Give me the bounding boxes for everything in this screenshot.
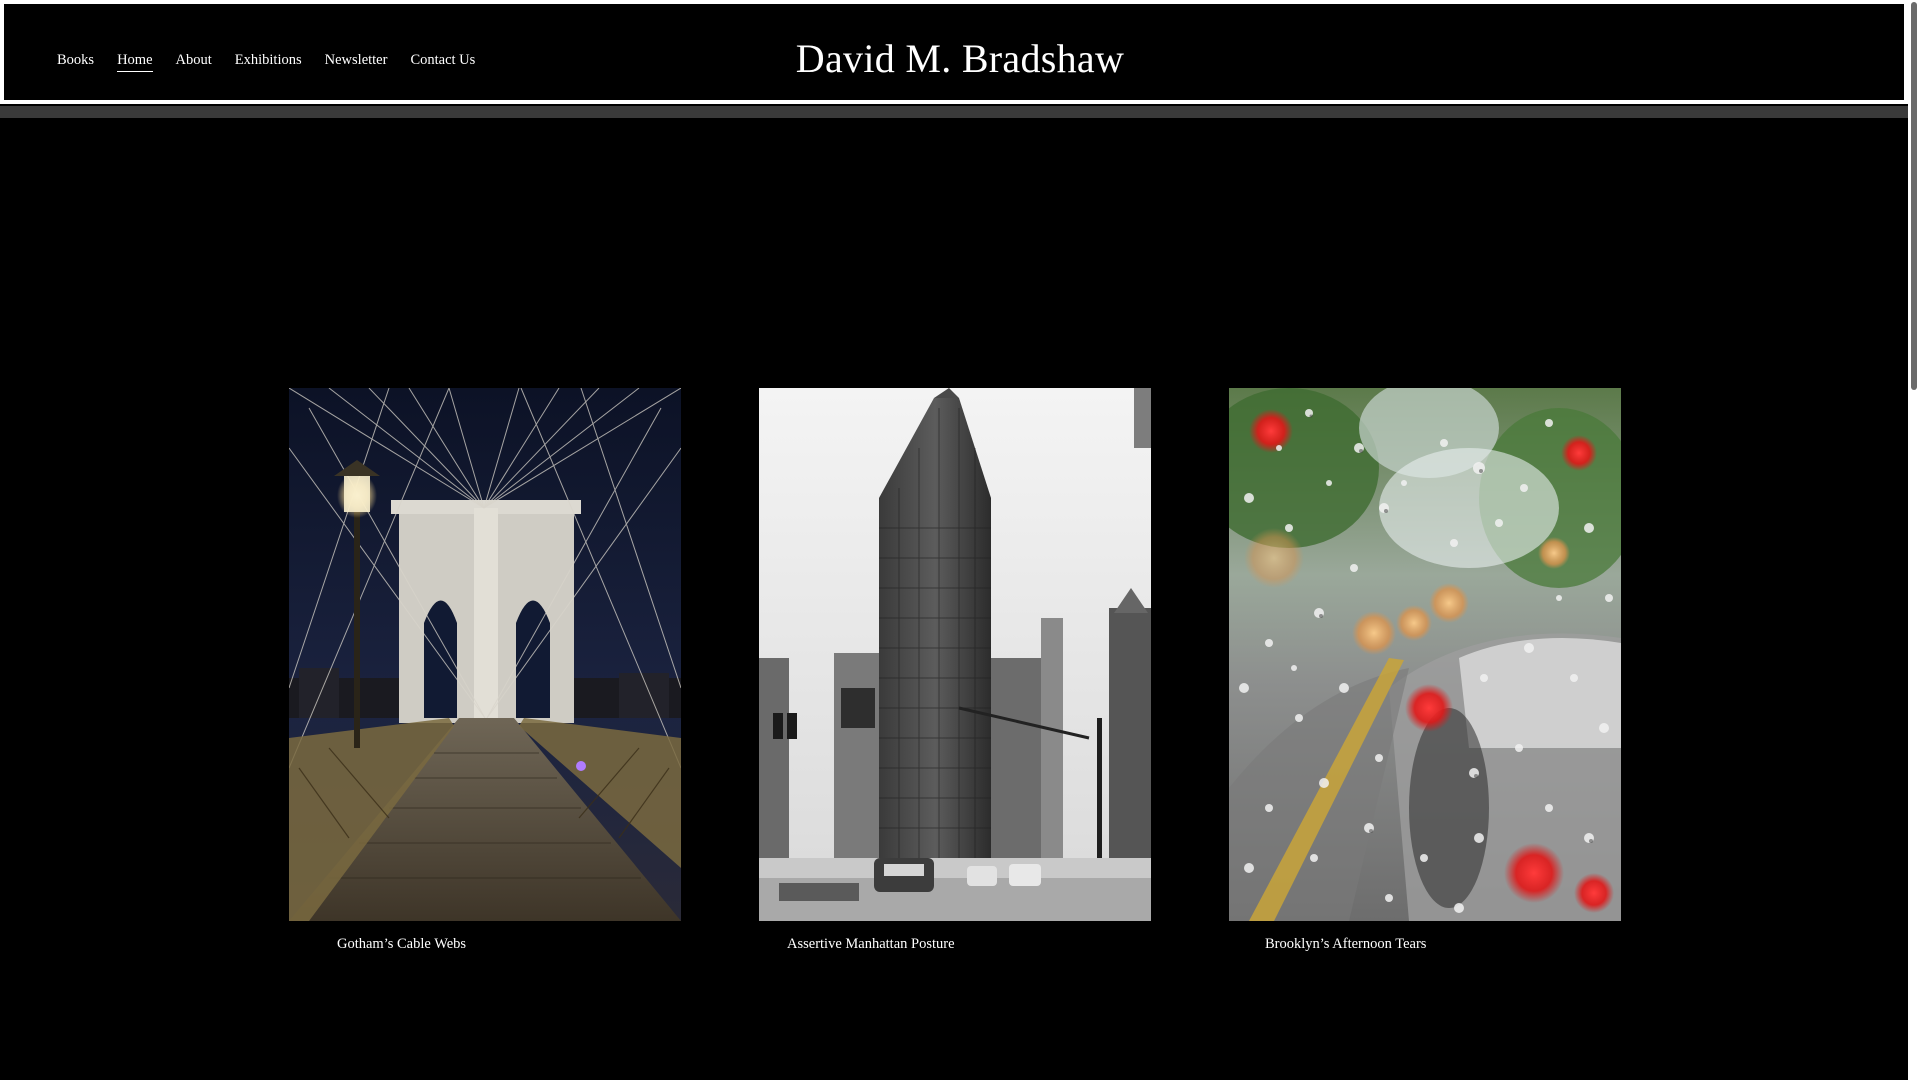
nav-item-home[interactable]: Home: [117, 50, 153, 72]
gallery-item[interactable]: Gotham’s Cable Webs: [289, 388, 681, 952]
gallery-caption[interactable]: Brooklyn’s Afternoon Tears: [1265, 934, 1426, 954]
page: Books Home About Exhibitions Newsletter …: [0, 0, 1908, 1080]
gallery-item[interactable]: Brooklyn’s Afternoon Tears: [1229, 388, 1621, 952]
header-strip: [0, 106, 1908, 118]
gallery-caption[interactable]: Gotham’s Cable Webs: [337, 934, 466, 954]
vertical-scrollbar[interactable]: [1908, 0, 1920, 1080]
main-nav: Books Home About Exhibitions Newsletter …: [57, 50, 498, 72]
nav-item-exhibitions[interactable]: Exhibitions: [235, 50, 302, 72]
nav-item-contact-us[interactable]: Contact Us: [410, 50, 475, 72]
flatiron-building-bw-photo[interactable]: [759, 388, 1151, 921]
gallery-caption[interactable]: Assertive Manhattan Posture: [787, 934, 955, 954]
nav-item-books[interactable]: Books: [57, 50, 94, 72]
site-header: Books Home About Exhibitions Newsletter …: [0, 0, 1908, 118]
gallery-item[interactable]: Assertive Manhattan Posture: [759, 388, 1151, 952]
header-panel: Books Home About Exhibitions Newsletter …: [4, 4, 1904, 100]
scrollbar-thumb[interactable]: [1911, 2, 1917, 390]
site-title[interactable]: David M. Bradshaw: [504, 34, 1416, 84]
nav-item-newsletter[interactable]: Newsletter: [325, 50, 388, 72]
brooklyn-bridge-night-photo[interactable]: [289, 388, 681, 921]
nav-item-about[interactable]: About: [176, 50, 212, 72]
rainy-windshield-bokeh-photo[interactable]: [1229, 388, 1621, 921]
